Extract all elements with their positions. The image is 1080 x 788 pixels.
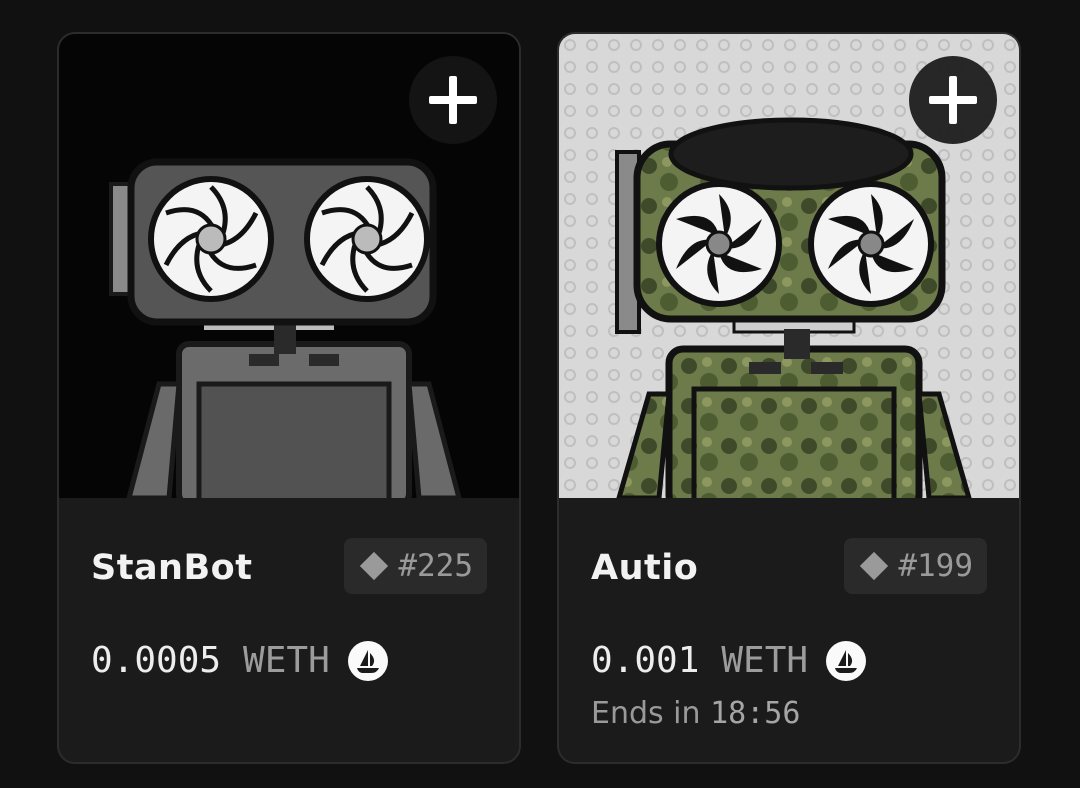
ends-label-text: Ends in <box>591 696 701 731</box>
nft-name: Autio <box>591 548 699 588</box>
price-row: 0.0005 WETH <box>91 640 388 681</box>
add-to-cart-button[interactable] <box>409 56 497 144</box>
diamond-icon <box>360 551 389 581</box>
price-currency: WETH <box>721 640 809 681</box>
price-amount: 0.0005 <box>91 640 222 681</box>
plus-icon <box>929 76 977 124</box>
diamond-icon <box>860 551 889 581</box>
nft-artwork[interactable] <box>59 34 519 498</box>
nft-artwork[interactable] <box>559 34 1019 498</box>
nft-card[interactable]: Autio #199 0.001 WETH Ends in 18:56 <box>557 32 1021 764</box>
nft-card[interactable]: StanBot #225 0.0005 WETH <box>57 32 521 764</box>
price-row: 0.001 WETH <box>591 640 867 681</box>
price-currency: WETH <box>243 640 330 681</box>
token-id: #225 <box>398 548 473 584</box>
token-id-badge: #225 <box>344 538 487 594</box>
opensea-ship-icon <box>347 640 388 681</box>
opensea-ship-icon <box>826 640 867 681</box>
nft-name: StanBot <box>91 548 253 588</box>
add-to-cart-button[interactable] <box>909 56 997 144</box>
ends-time: 18:56 <box>710 696 801 731</box>
token-id: #199 <box>898 548 973 584</box>
token-id-badge: #199 <box>844 538 987 594</box>
plus-icon <box>429 76 477 124</box>
price-amount: 0.001 <box>591 640 700 681</box>
auction-ends-label: Ends in 18:56 <box>591 696 800 731</box>
